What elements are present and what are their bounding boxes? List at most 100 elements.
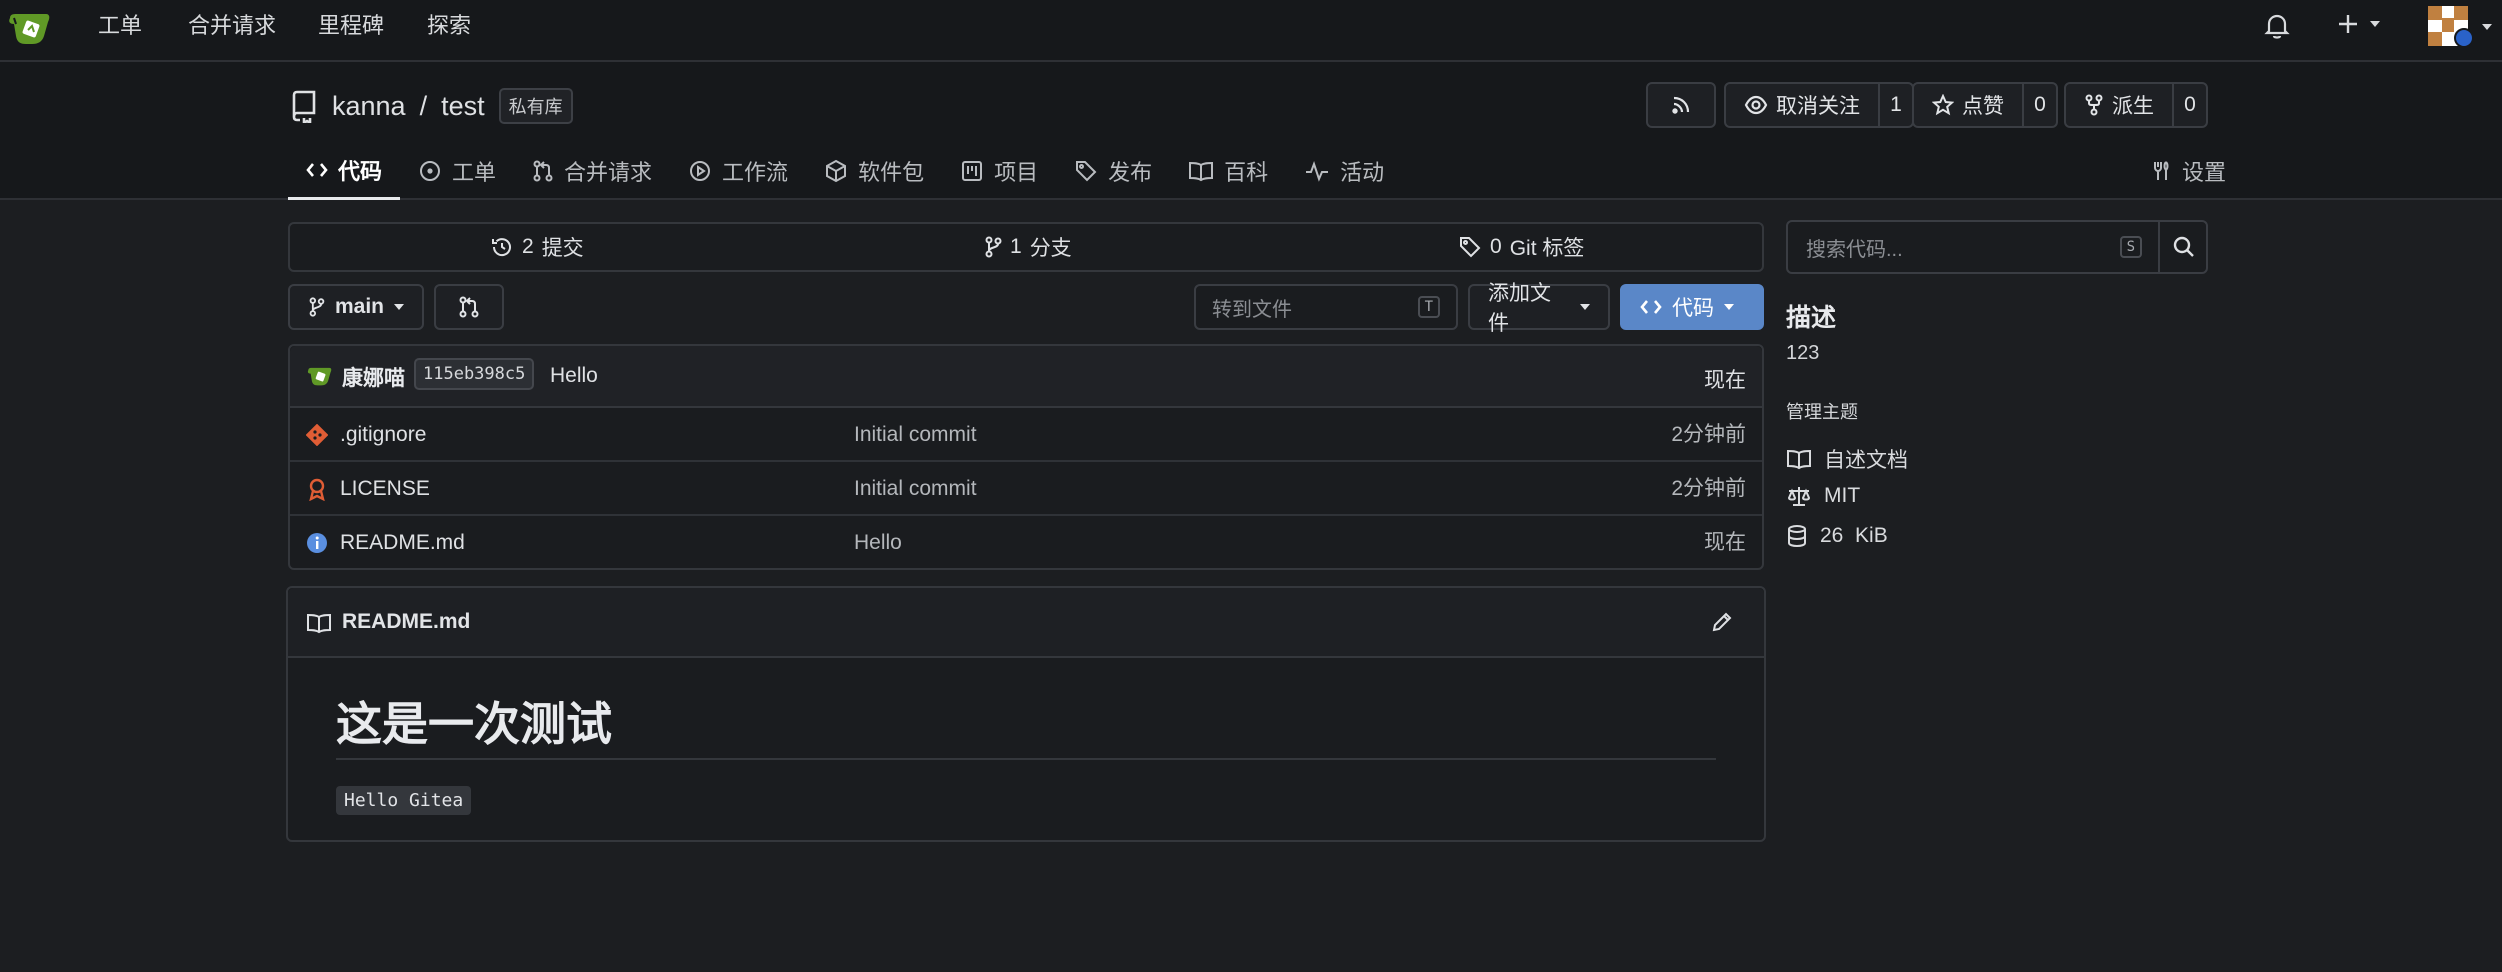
gitea-logo-icon[interactable] [6,8,56,52]
tab-pull-requests[interactable]: 合并请求 [514,142,670,200]
issue-icon [420,161,441,181]
code-icon [1640,300,1662,314]
tab-settings[interactable]: 设置 [2150,142,2226,200]
nav-issues[interactable]: 工单 [98,0,142,52]
readme-header: README.md [288,588,1764,658]
add-file-button[interactable]: 添加文件 [1468,282,1610,335]
commit-sha[interactable]: 115eb398c5 [414,358,535,390]
star-button-group: 点赞 0 [1912,82,2058,128]
readme-filename[interactable]: README.md [342,610,470,634]
star-count[interactable]: 0 [2022,84,2056,126]
clone-code-label: 代码 [1672,297,1714,320]
license-link[interactable]: MIT [1786,484,1860,508]
admin-badge-icon [2454,28,2474,48]
fork-count[interactable]: 0 [2172,84,2206,126]
chevron-down-icon [2370,21,2380,27]
branches-stat[interactable]: 1 分支 [984,224,1072,270]
compare-button[interactable] [434,284,504,330]
watch-count[interactable]: 1 [1878,84,1912,126]
rss-icon [1648,84,1714,126]
description-text: 123 [1786,342,1820,364]
readme-heading: 这是一次测试 [336,697,612,751]
repo-tabs: 代码 工单 合并请求 工作流 软件包 项目 发布 百科 活动 [288,142,1402,200]
commit-author[interactable]: 康娜喵 [342,362,405,392]
readme-panel: README.md 这是一次测试 Hello Gitea [286,586,1766,842]
tab-actions-label: 工作流 [722,160,789,185]
nav-pull-requests[interactable]: 合并请求 [188,0,276,52]
tab-code[interactable]: 代码 [288,142,401,200]
repo-stats-bar: 2 提交 1 分支 0 Git 标签 [288,222,1764,272]
book-icon [1189,161,1214,182]
unwatch-button[interactable]: 取消关注 [1726,84,1878,126]
chevron-down-icon [1580,304,1590,310]
file-commit-time: 2分钟前 [1671,423,1746,446]
repo-path-separator: / [419,90,428,121]
commits-count: 2 [522,235,534,258]
file-commit-message[interactable]: Initial commit [854,408,977,462]
project-icon [962,161,983,181]
tags-count: 0 [1490,235,1502,258]
tag-icon [1076,161,1097,182]
search-icon[interactable] [2172,235,2196,259]
readme-link[interactable]: 自述文档 [1786,444,1908,474]
file-commit-message[interactable]: Hello [854,516,902,570]
file-row[interactable]: LICENSE Initial commit 2分钟前 [290,462,1762,516]
goto-file-shortcut: T [1417,296,1440,318]
create-menu-button[interactable] [2336,12,2380,36]
fork-button[interactable]: 派生 [2066,84,2172,126]
clone-code-button[interactable]: 代码 [1620,284,1764,330]
private-badge: 私有库 [498,88,573,124]
bell-icon[interactable] [2264,12,2290,40]
database-icon [1788,525,1806,548]
tab-projects[interactable]: 项目 [942,142,1056,200]
file-commit-message[interactable]: Initial commit [854,462,977,516]
author-avatar[interactable] [306,364,334,388]
tools-icon [2153,161,2169,180]
rss-button[interactable] [1646,82,1716,128]
code-search-box: 搜索代码... S [1786,220,2208,274]
tab-wiki-label: 百科 [1224,160,1269,185]
tab-releases[interactable]: 发布 [1056,142,1170,200]
edit-pencil-icon[interactable] [1710,610,1734,634]
tags-stat[interactable]: 0 Git 标签 [1458,224,1584,270]
tab-activity[interactable]: 活动 [1286,142,1402,200]
tab-releases-label: 发布 [1108,160,1153,185]
readme-inline-code: Hello Gitea [336,786,472,815]
tag-icon [1460,237,1481,258]
tab-actions[interactable]: 工作流 [670,142,806,200]
tab-issues[interactable]: 工单 [400,142,514,200]
repo-icon [290,89,318,123]
file-row[interactable]: .gitignore Initial commit 2分钟前 [290,408,1762,462]
file-name[interactable]: .gitignore [340,408,426,462]
commits-stat[interactable]: 2 提交 [490,224,584,270]
repo-name-link[interactable]: test [441,91,485,122]
readme-link-label: 自述文档 [1824,449,1908,472]
chevron-down-icon [2482,24,2492,30]
file-name[interactable]: README.md [340,516,465,570]
repo-size-label: 26 KiB [1820,524,1888,547]
goto-file-input[interactable]: 转到文件 T [1194,284,1458,330]
repo-owner-link[interactable]: kanna [332,91,406,122]
nav-explore[interactable]: 探索 [427,0,471,52]
commit-message[interactable]: Hello [550,364,598,388]
fork-label: 派生 [2112,95,2154,118]
book-icon [306,612,332,634]
tab-packages[interactable]: 软件包 [806,142,942,200]
manage-topics-link[interactable]: 管理主题 [1786,398,1858,424]
tab-wiki[interactable]: 百科 [1170,142,1286,200]
pull-request-icon [459,296,479,318]
file-row[interactable]: README.md Hello 现在 [290,516,1762,570]
book-icon [1787,449,1811,470]
branch-selector[interactable]: main [288,284,424,330]
tab-pull-requests-label: 合并请求 [564,160,653,185]
law-scale-icon [1787,487,1811,506]
code-icon [306,162,328,177]
nav-milestones[interactable]: 里程碑 [318,0,384,52]
tags-label: Git 标签 [1509,237,1585,260]
file-name[interactable]: LICENSE [340,462,430,516]
tab-issues-label: 工单 [452,160,497,185]
code-search-input[interactable]: 搜索代码... S [1788,222,2160,272]
file-commit-time: 现在 [1704,531,1746,554]
star-button[interactable]: 点赞 [1914,84,2022,126]
star-icon [1932,94,1954,116]
